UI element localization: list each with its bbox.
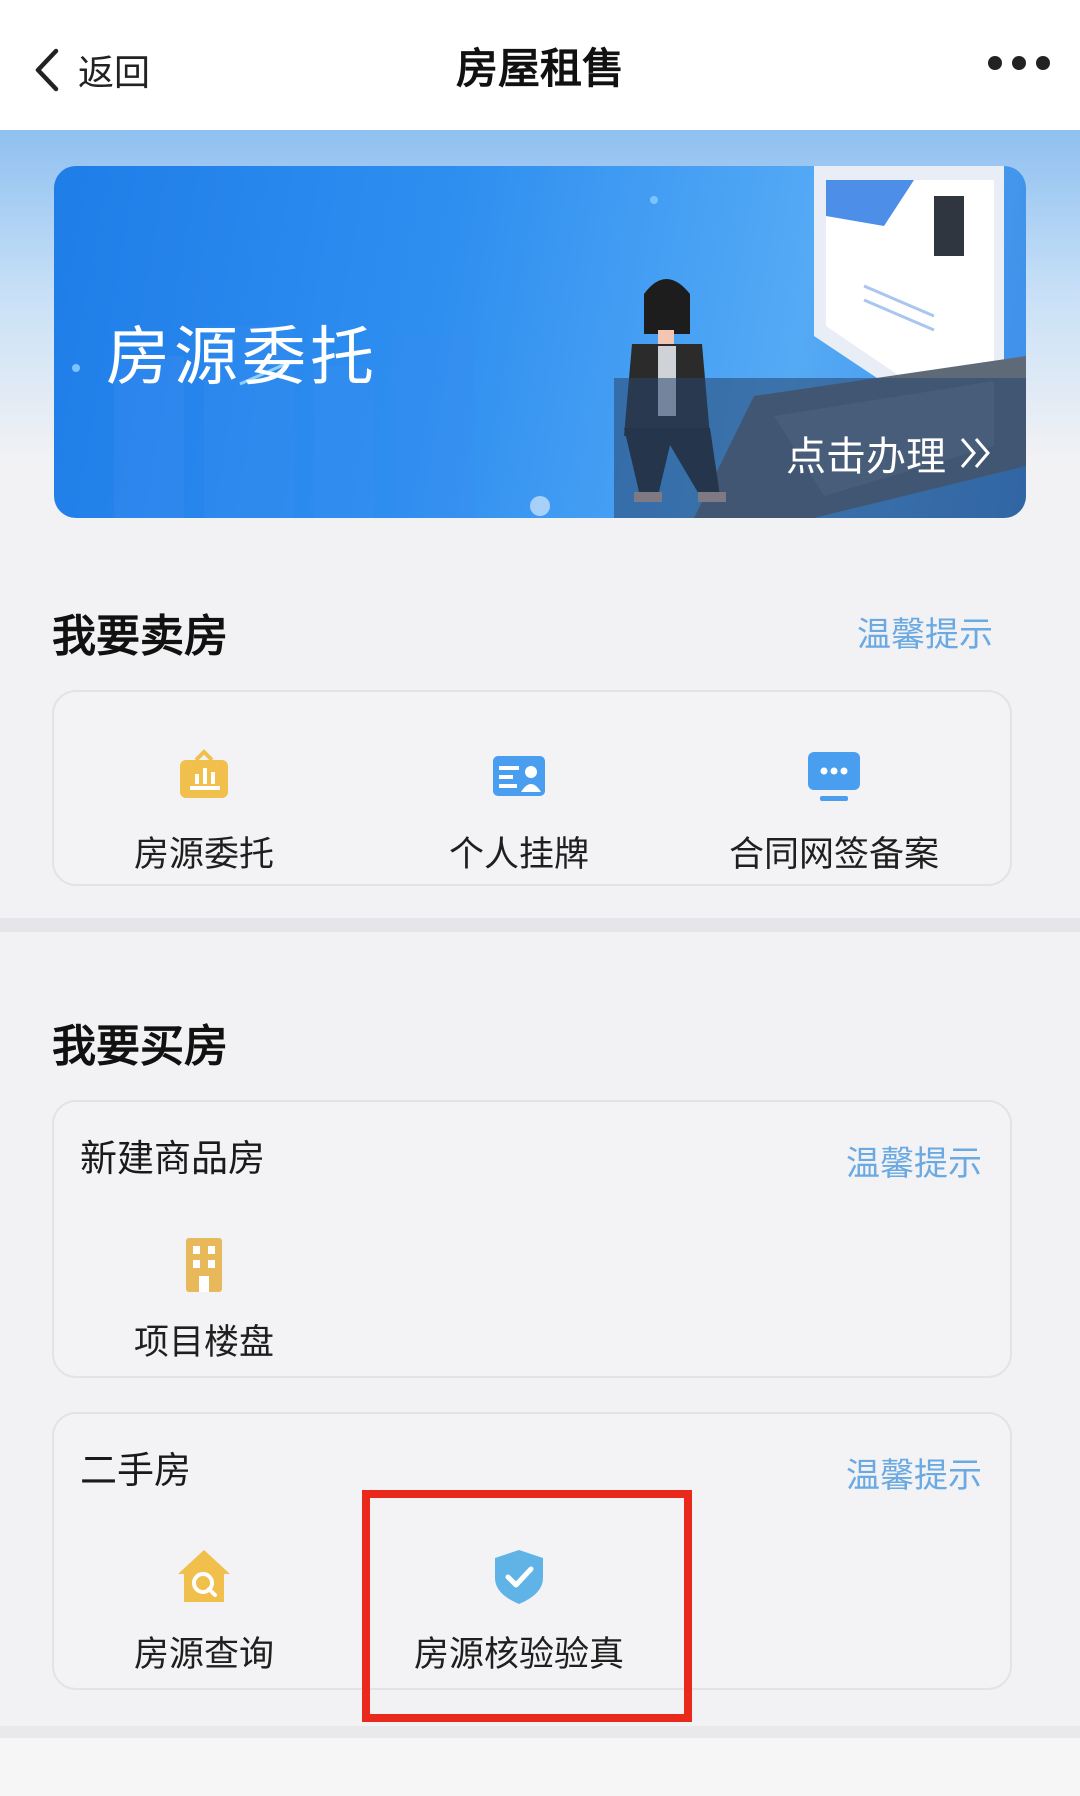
highlight-annotation-box [362,1490,692,1722]
banner-cta-button[interactable]: 点击办理 [786,424,996,482]
second-hand-title: 二手房 [80,1449,191,1492]
new-homes-card: 新建商品房 温馨提示 项目楼盘 [52,1100,1012,1378]
building-icon [174,1234,234,1294]
house-search-icon [174,1546,234,1606]
tile-personal-listing-label: 个人挂牌 [448,835,589,875]
monitor-chat-icon [804,746,864,806]
tile-contract-filing[interactable]: 合同网签备案 [684,746,984,877]
double-chevron-right-icon [960,438,990,468]
sell-tips-link[interactable]: 温馨提示 [857,607,993,656]
nav-bar: 返回 房屋租售 [0,0,1080,130]
banner-title: 房源委托 [106,321,378,395]
chevron-left-icon [35,48,59,92]
banner-cta-label: 点击办理 [786,434,946,480]
id-card-icon [489,746,549,806]
tile-entrust[interactable]: 房源委托 [54,746,354,877]
section-title-buy: 我要买房 [52,1021,228,1072]
back-button[interactable]: 返回 [30,44,150,96]
tile-entrust-label: 房源委托 [133,835,274,875]
sell-services-card: 房源委托 个人挂牌 合同网签备案 [52,690,1012,886]
tile-contract-filing-label: 合同网签备案 [728,835,939,875]
more-menu-button[interactable] [988,56,1050,70]
page-title: 房屋租售 [455,43,624,93]
tile-listing-search[interactable]: 房源查询 [54,1546,354,1677]
new-homes-title: 新建商品房 [80,1137,265,1180]
section-title-sell: 我要卖房 [52,611,228,662]
page: 返回 房屋租售 房源委托 点击办理 我要卖房 温馨提示 房源委托 个人挂牌 合同… [0,0,1080,1796]
carousel-indicator [530,496,550,516]
tile-listing-search-label: 房源查询 [133,1635,274,1675]
more-dots-icon [988,56,1002,70]
entrust-icon [174,746,234,806]
second-hand-tips-link[interactable]: 温馨提示 [846,1448,982,1497]
tile-project-listings[interactable]: 项目楼盘 [54,1234,354,1365]
back-label: 返回 [78,53,151,94]
new-homes-tips-link[interactable]: 温馨提示 [846,1136,982,1185]
section-divider [0,918,1080,932]
bottom-area [0,1738,1080,1796]
tile-project-listings-label: 项目楼盘 [133,1323,274,1363]
entrust-banner[interactable]: 房源委托 点击办理 [54,166,1026,518]
tile-personal-listing[interactable]: 个人挂牌 [369,746,669,877]
